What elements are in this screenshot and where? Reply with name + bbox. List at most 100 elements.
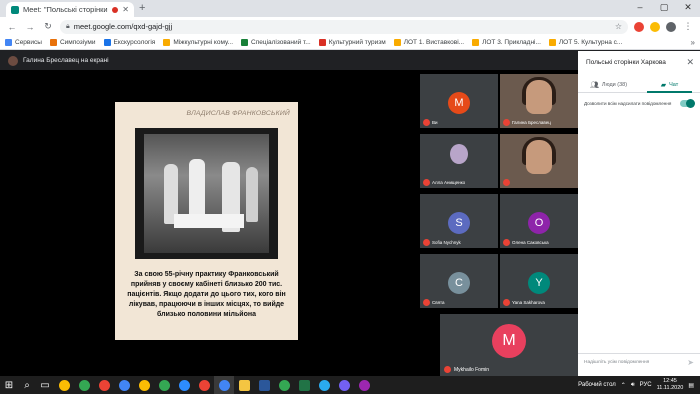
bookmark-label: Культурний туризм xyxy=(328,39,386,46)
clock[interactable]: 12:45 11.11.2020 xyxy=(657,378,684,392)
tab-chat-label: Чат xyxy=(669,81,679,88)
participant-tile[interactable]: Алла Анищенко xyxy=(420,134,498,188)
back-icon[interactable]: ← xyxy=(6,22,18,32)
chat-composer[interactable]: Надішліть усім повідомлення ➤ xyxy=(578,353,700,371)
chrome-taskbar-icon[interactable] xyxy=(154,376,174,394)
chrome-taskbar-icon[interactable] xyxy=(214,376,234,394)
message-input[interactable]: Надішліть усім повідомлення xyxy=(584,360,687,365)
desktop-label[interactable]: Рабочий стол xyxy=(578,382,616,388)
close-tab-icon[interactable]: ✕ xyxy=(122,5,129,14)
bookmark-label: Міжкультурні кому... xyxy=(173,39,234,46)
chrome-taskbar-icon[interactable] xyxy=(194,376,214,394)
windows-taskbar: ⊞ ⌕ ▭ Рабочий стол ⌃ 🔊︎ РУС 12:45 11.11.… xyxy=(0,376,700,394)
tab-people[interactable]: 👥︎ Люди (38) xyxy=(578,77,639,92)
bookmark-item[interactable]: Міжкультурні кому... xyxy=(163,39,233,46)
bookmark-item[interactable]: ЛОТ 3. Прикладні... xyxy=(472,39,541,46)
address-bar[interactable]: 🔒︎ meet.google.com/qxd-gajd-gjj ☆ xyxy=(60,19,628,34)
participant-tile[interactable]: M Ви xyxy=(420,74,498,128)
bookmark-item[interactable]: Екскурсологія xyxy=(103,39,155,46)
profile-avatar[interactable] xyxy=(666,21,676,32)
lock-icon: 🔒︎ xyxy=(66,22,70,30)
meet-presenter-bar: Галина Бреславец на екрані xyxy=(0,51,578,70)
chrome-taskbar-icon[interactable] xyxy=(114,376,134,394)
chrome-taskbar-icon[interactable] xyxy=(54,376,74,394)
bookmark-item[interactable]: ЛОТ 1. Виставкові... xyxy=(393,39,464,46)
bookmark-icon xyxy=(548,39,556,46)
bookmark-icon xyxy=(318,39,326,46)
forward-icon[interactable]: → xyxy=(24,22,36,32)
participant-tile[interactable]: O Олена Саковська xyxy=(500,194,578,248)
slide-caption: За свою 55-річну практику Франковський п… xyxy=(127,271,286,318)
participant-tile[interactable]: Y Yana Sakharova xyxy=(500,254,578,308)
reload-icon[interactable]: ↻ xyxy=(42,21,54,32)
participant-tile[interactable]: S Sofia Nychnyk xyxy=(420,194,498,248)
bookmark-label: ЛОТ 3. Прикладні... xyxy=(482,39,541,46)
allow-messages-toggle[interactable] xyxy=(680,99,695,108)
participant-avatar: M xyxy=(448,92,470,114)
excel-taskbar-icon[interactable] xyxy=(294,376,314,394)
extension-icon[interactable] xyxy=(650,21,660,32)
featured-participant-tile[interactable]: M Mykhailo Fomin xyxy=(440,314,578,376)
bookmark-item[interactable]: Культурний туризм xyxy=(318,39,386,46)
word-taskbar-icon[interactable] xyxy=(254,376,274,394)
search-icon[interactable]: ⌕ xyxy=(18,376,36,394)
tab-chat[interactable]: ▰ Чат xyxy=(639,77,700,93)
bookmark-item[interactable]: Спеціалізований т... xyxy=(241,39,311,46)
bookmarks-bar: Сервисы Симпозіуми Екскурсологія Міжкультур… xyxy=(0,36,700,50)
volume-icon[interactable]: 🔊︎ xyxy=(631,382,635,389)
minimize-icon[interactable]: – xyxy=(628,0,652,17)
panel-title: Польські сторінки Харкова xyxy=(586,59,666,66)
bookmark-icon xyxy=(472,39,480,46)
participant-name: Yana Sakharova xyxy=(512,300,545,305)
telegram-taskbar-icon[interactable] xyxy=(314,376,334,394)
tab-title: Meet: "Польські сторінки Х xyxy=(23,5,109,14)
participant-tile[interactable] xyxy=(500,134,578,188)
side-panel: Польські сторінки Харкова ✕ 👥︎ Люди (38)… xyxy=(578,51,700,376)
mic-muted-icon xyxy=(503,239,510,246)
bookmark-item[interactable]: ЛОТ 5. Культурна с... xyxy=(548,39,622,46)
chrome-taskbar-icon[interactable] xyxy=(274,376,294,394)
chrome-taskbar-icon[interactable] xyxy=(134,376,154,394)
participant-name: Свята xyxy=(432,300,445,305)
window-controls: – ▢ ✕ xyxy=(628,0,700,17)
language-indicator[interactable]: РУС xyxy=(640,382,652,388)
participant-tile[interactable]: Галина Бреславец xyxy=(500,74,578,128)
network-icon[interactable]: ⌃ xyxy=(621,382,626,389)
chat-icon: ▰ xyxy=(660,81,667,89)
clock-date: 11.11.2020 xyxy=(656,385,684,391)
folder-taskbar-icon[interactable] xyxy=(234,376,254,394)
windows-start-icon[interactable]: ⊞ xyxy=(0,376,18,394)
bookmark-label: Сервисы xyxy=(15,39,42,46)
participant-name: Sofia Nychnyk xyxy=(432,240,461,245)
task-view-icon[interactable]: ▭ xyxy=(36,376,54,394)
people-icon: 👥︎ xyxy=(589,81,599,89)
bookmark-item[interactable]: Симпозіуми xyxy=(49,39,96,46)
more-bookmarks-icon[interactable]: » xyxy=(691,38,695,47)
participant-avatar: O xyxy=(528,212,550,234)
viber-taskbar-icon[interactable] xyxy=(334,376,354,394)
presenter-label: Галина Бреславец на екрані xyxy=(23,57,109,64)
close-window-icon[interactable]: ✕ xyxy=(676,0,700,17)
taskbar-apps xyxy=(54,376,374,394)
chrome-taskbar-icon[interactable] xyxy=(94,376,114,394)
close-panel-icon[interactable]: ✕ xyxy=(686,57,694,68)
maximize-icon[interactable]: ▢ xyxy=(652,0,676,17)
extension-icon[interactable] xyxy=(634,21,644,32)
participant-tile[interactable]: C Свята xyxy=(420,254,498,308)
url-text: meet.google.com/qxd-gajd-gjj xyxy=(73,22,173,31)
chrome-taskbar-icon[interactable] xyxy=(74,376,94,394)
bookmark-icon xyxy=(241,39,249,46)
shared-slide: ВЛАДИСЛАВ ФРАНКОВСЬКИЙ За свою 55-річну … xyxy=(115,102,298,340)
mic-muted-icon xyxy=(444,366,451,373)
send-icon[interactable]: ➤ xyxy=(687,358,694,367)
new-tab-button[interactable]: + xyxy=(139,3,145,14)
browser-tab[interactable]: Meet: "Польські сторінки Х ✕ xyxy=(6,2,134,17)
bookmark-star-icon[interactable]: ☆ xyxy=(615,22,622,31)
meet-favicon-icon xyxy=(11,5,19,14)
participant-video xyxy=(526,80,552,114)
app-taskbar-icon[interactable] xyxy=(354,376,374,394)
notifications-icon[interactable]: ▤ xyxy=(688,382,694,389)
zoom-taskbar-icon[interactable] xyxy=(174,376,194,394)
bookmark-item[interactable]: Сервисы xyxy=(5,39,42,46)
menu-icon[interactable]: ⋮ xyxy=(682,21,694,32)
